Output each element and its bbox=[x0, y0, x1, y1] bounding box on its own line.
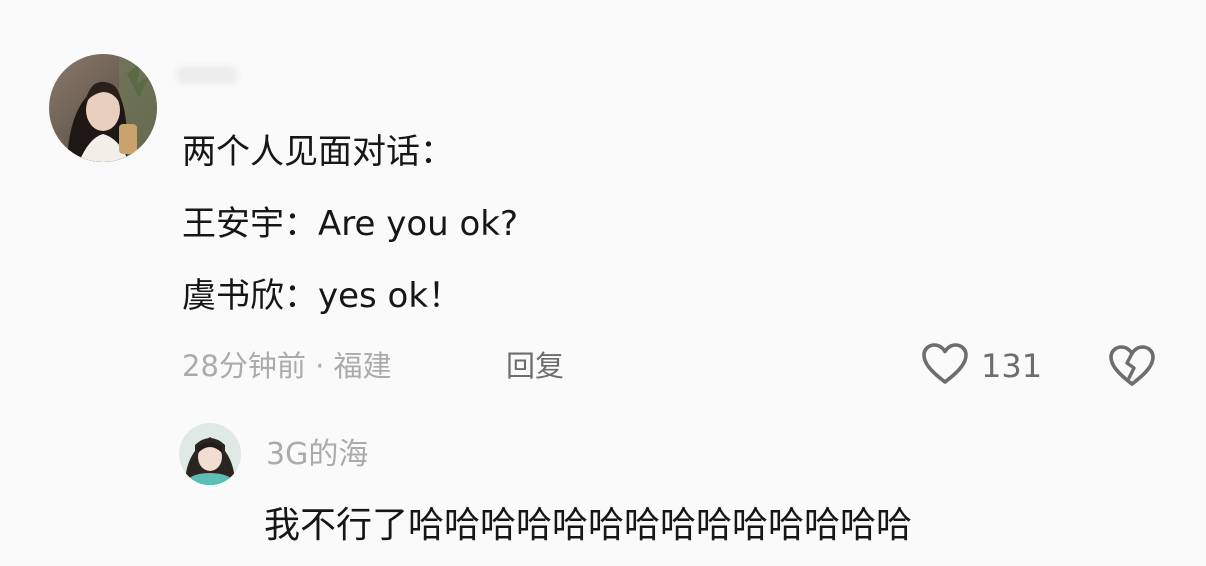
reply-avatar[interactable] bbox=[179, 423, 241, 485]
reply-button[interactable]: 回复 bbox=[506, 348, 564, 384]
broken-heart-icon bbox=[1108, 345, 1156, 392]
comment-meta: 28分钟前 · 福建 bbox=[182, 349, 392, 383]
like-count: 131 bbox=[981, 347, 1043, 385]
reply-username[interactable]: 3G的海 bbox=[266, 437, 368, 473]
heart-outline-icon bbox=[921, 342, 969, 390]
comment-text-line: 两个人见面对话： bbox=[182, 132, 454, 172]
comment-text-line: 王安宇：Are you ok? bbox=[182, 204, 519, 244]
comment-thread: 两个人见面对话： 王安宇：Are you ok? 虞书欣：yes ok！ 28分… bbox=[0, 0, 1206, 566]
dislike-button[interactable] bbox=[1108, 344, 1156, 388]
reply-text: 我不行了哈哈哈哈哈哈哈哈哈哈哈哈哈哈 bbox=[264, 505, 913, 546]
like-button[interactable]: 131 bbox=[921, 342, 1043, 390]
comment-text-line: 虞书欣：yes ok！ bbox=[182, 276, 463, 316]
commenter-avatar[interactable] bbox=[49, 54, 157, 162]
commenter-username-blurred bbox=[176, 66, 238, 84]
